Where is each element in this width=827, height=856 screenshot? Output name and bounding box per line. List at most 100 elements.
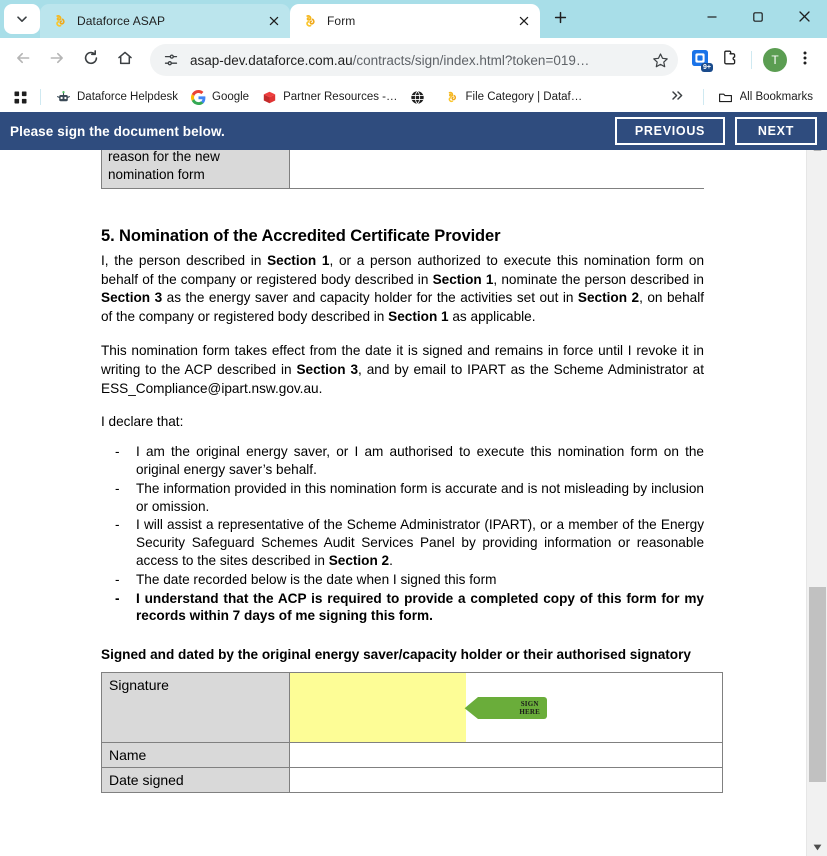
- avatar: T: [763, 48, 787, 72]
- home-button[interactable]: [110, 45, 140, 75]
- extension-app-button[interactable]: 9+: [686, 46, 714, 74]
- extension-badge-count: 9+: [701, 63, 713, 72]
- forward-button[interactable]: [42, 45, 72, 75]
- bookmark-google[interactable]: Google: [184, 87, 255, 107]
- section-paragraph-1: I, the person described in Section 1, or…: [101, 252, 704, 326]
- dataforce-favicon: [51, 13, 68, 30]
- emphasis-text: Section 2: [578, 290, 639, 305]
- google-g-icon: [190, 89, 206, 105]
- body-text: I, the person described in: [101, 253, 267, 268]
- scroll-thumb[interactable]: [809, 587, 826, 782]
- new-tab-button[interactable]: [546, 6, 574, 34]
- next-button[interactable]: NEXT: [735, 117, 817, 145]
- reload-icon: [82, 49, 100, 72]
- body-text: as the energy saver and capacity holder …: [162, 290, 578, 305]
- minimize-icon: [706, 10, 718, 28]
- minimize-button[interactable]: [689, 0, 735, 38]
- extensions-button[interactable]: [716, 46, 744, 74]
- bookmarks-divider: [40, 89, 41, 105]
- bookmark-label: Partner Resources -…: [283, 91, 397, 103]
- maximize-button[interactable]: [735, 0, 781, 38]
- helpdesk-robot-icon: [55, 89, 71, 105]
- url-path: /contracts/sign/index.html?token=019…: [353, 53, 590, 68]
- signature-field[interactable]: SIGN HERE: [290, 673, 723, 743]
- document-page: If yes, please provide a reason for the …: [7, 138, 798, 819]
- emphasis-text: Section 1: [433, 272, 494, 287]
- declaration-item: I understand that the ACP is required to…: [101, 590, 704, 626]
- body-text: , nominate the person described in: [493, 272, 704, 287]
- bookmark-star-icon[interactable]: [648, 48, 672, 72]
- date-signed-label: Date signed: [102, 768, 290, 793]
- bookmark-dataforce-helpdesk[interactable]: Dataforce Helpdesk: [49, 87, 184, 107]
- profile-button[interactable]: T: [761, 46, 789, 74]
- reload-button[interactable]: [76, 45, 106, 75]
- maximize-icon: [752, 10, 764, 28]
- apps-grid-icon[interactable]: [8, 86, 32, 108]
- bookmark-label: Google: [212, 91, 249, 103]
- browser-window: Dataforce ASAP Form: [0, 0, 827, 856]
- signature-table: Signature SIGN HERE: [101, 672, 723, 793]
- sign-instruction-bar: Please sign the document below. PREVIOUS…: [0, 112, 827, 150]
- bookmarks-divider: [703, 89, 704, 105]
- globe-icon: [410, 89, 426, 105]
- table-row: Date signed: [102, 768, 723, 793]
- previous-button[interactable]: PREVIOUS: [615, 117, 725, 145]
- bookmarks-overflow: All Bookmarks: [660, 87, 820, 107]
- bookmark-globe-site[interactable]: [404, 87, 438, 107]
- all-bookmarks-label: All Bookmarks: [740, 91, 814, 103]
- body-text: I will assist a representative of the Sc…: [136, 517, 704, 568]
- tune-settings-icon[interactable]: [160, 49, 182, 71]
- toolbar-right-icons: 9+ T: [684, 46, 819, 74]
- url-host: asap-dev.dataforce.com.au: [190, 53, 353, 68]
- tab-dataforce-asap[interactable]: Dataforce ASAP: [40, 4, 290, 38]
- emphasis-text: Section 1: [388, 309, 448, 324]
- page-scrollbar[interactable]: [806, 138, 827, 856]
- document-scroll-area[interactable]: If yes, please provide a reason for the …: [0, 138, 827, 856]
- declaration-item: The information provided in this nominat…: [101, 480, 704, 516]
- body-text: The date recorded below is the date when…: [136, 572, 496, 587]
- table-row: Name: [102, 743, 723, 768]
- double-chevron-right-icon[interactable]: [660, 89, 695, 105]
- sign-here-line1: SIGN: [521, 700, 539, 708]
- emphasis-text: I understand that the ACP is required to…: [136, 591, 704, 624]
- tab-search-button[interactable]: [4, 4, 40, 34]
- date-signed-field[interactable]: [290, 768, 723, 793]
- declaration-item: The date recorded below is the date when…: [101, 571, 704, 589]
- bookmarks-bar: Dataforce Helpdesk Google: [0, 82, 827, 112]
- address-bar[interactable]: asap-dev.dataforce.com.au/contracts/sign…: [150, 44, 678, 76]
- signature-label: Signature: [102, 673, 290, 743]
- tab-close-icon[interactable]: [264, 11, 284, 31]
- sign-here-tag[interactable]: SIGN HERE: [464, 697, 548, 719]
- three-dot-menu-icon: [797, 50, 813, 71]
- close-icon: [798, 10, 811, 28]
- tab-title: Form: [327, 14, 514, 28]
- body-text: I am the original energy saver, or I am …: [136, 444, 704, 477]
- all-bookmarks-button[interactable]: All Bookmarks: [712, 87, 820, 107]
- extensions-puzzle-icon: [721, 48, 740, 72]
- name-field[interactable]: [290, 743, 723, 768]
- bookmark-file-category[interactable]: File Category | Dataf…: [438, 87, 589, 107]
- back-button[interactable]: [8, 45, 38, 75]
- folder-icon: [718, 89, 734, 105]
- sign-here-label: SIGN HERE: [519, 700, 540, 716]
- declaration-item: I will assist a representative of the Sc…: [101, 516, 704, 569]
- body-text: The information provided in this nominat…: [136, 481, 704, 514]
- tab-close-icon[interactable]: [514, 11, 534, 31]
- tab-form[interactable]: Form: [290, 4, 540, 38]
- bookmark-partner-resources[interactable]: Partner Resources -…: [255, 87, 403, 107]
- browser-menu-button[interactable]: [791, 46, 819, 74]
- window-controls: [689, 0, 827, 38]
- browser-toolbar: asap-dev.dataforce.com.au/contracts/sign…: [0, 38, 827, 82]
- tab-strip: Dataforce ASAP Form: [0, 0, 827, 38]
- page-viewport: Please sign the document below. PREVIOUS…: [0, 112, 827, 856]
- name-label: Name: [102, 743, 290, 768]
- emphasis-text: Section 3: [101, 290, 162, 305]
- tab-title: Dataforce ASAP: [77, 14, 264, 28]
- scroll-down-arrow-icon[interactable]: [807, 838, 827, 856]
- bookmark-label: File Category | Dataf…: [466, 91, 583, 103]
- dataforce-favicon: [444, 89, 460, 105]
- section-paragraph-2: This nomination form takes effect from t…: [101, 342, 704, 398]
- sign-nav-actions: PREVIOUS NEXT: [615, 117, 817, 145]
- declaration-list: I am the original energy saver, or I am …: [101, 443, 704, 625]
- close-window-button[interactable]: [781, 0, 827, 38]
